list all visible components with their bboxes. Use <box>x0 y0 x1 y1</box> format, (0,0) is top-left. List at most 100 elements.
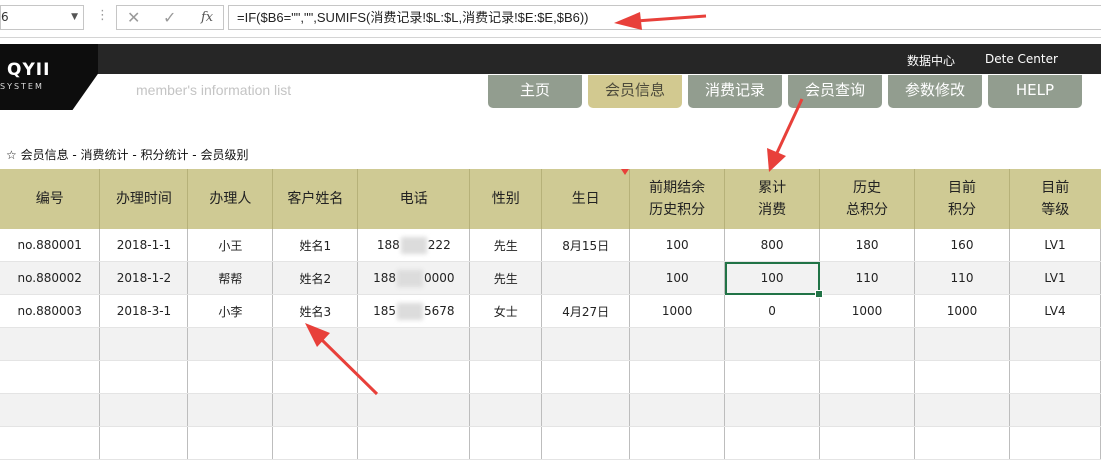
cell-date[interactable]: 2018-1-2 <box>99 261 189 295</box>
cell-total-consume[interactable]: 0 <box>724 294 821 328</box>
empty-cell[interactable] <box>629 360 726 394</box>
col-header-gender: 性别 <box>469 169 543 229</box>
nav-consume-record-button[interactable]: 消费记录 <box>688 75 782 108</box>
empty-cell[interactable] <box>1009 426 1101 460</box>
empty-cell[interactable] <box>724 327 821 361</box>
cell-current-points[interactable]: 160 <box>914 229 1010 262</box>
cell-phone[interactable]: 188 0000 <box>357 261 471 295</box>
empty-cell[interactable] <box>272 327 359 361</box>
cell-name[interactable]: 姓名1 <box>272 229 359 262</box>
cell-gender[interactable]: 先生 <box>469 261 543 295</box>
empty-cell[interactable] <box>914 393 1010 427</box>
cell-name[interactable]: 姓名3 <box>272 294 359 328</box>
empty-cell[interactable] <box>819 327 916 361</box>
cell-history-points[interactable]: 110 <box>819 261 916 295</box>
empty-cell[interactable] <box>99 426 189 460</box>
cell-birthday[interactable] <box>541 261 631 295</box>
name-box[interactable]: 6 ▼ <box>0 5 84 30</box>
formula-buttons: ✕ ✓ fx <box>116 5 224 30</box>
empty-cell[interactable] <box>629 426 726 460</box>
cell-history-points[interactable]: 1000 <box>819 294 916 328</box>
cell-id[interactable]: no.880001 <box>0 229 101 262</box>
nav-member-info-button[interactable]: 会员信息 <box>588 75 682 108</box>
empty-cell[interactable] <box>99 327 189 361</box>
cell-total-consume-selected[interactable]: 100 <box>724 261 823 298</box>
cancel-icon[interactable]: ✕ <box>127 8 140 27</box>
cell-birthday[interactable]: 8月15日 <box>541 229 631 262</box>
cell-birthday[interactable]: 4月27日 <box>541 294 631 328</box>
empty-cell[interactable] <box>469 426 543 460</box>
chevron-down-icon[interactable]: ▼ <box>71 6 78 29</box>
cell-handler[interactable]: 小李 <box>187 294 274 328</box>
cell-level[interactable]: LV4 <box>1009 294 1101 328</box>
cell-prev-points[interactable]: 1000 <box>629 294 726 328</box>
empty-cell[interactable] <box>187 426 274 460</box>
cell-date[interactable]: 2018-1-1 <box>99 229 189 262</box>
empty-cell[interactable] <box>0 426 101 460</box>
empty-cell[interactable] <box>914 360 1010 394</box>
cell-handler[interactable]: 小王 <box>187 229 274 262</box>
empty-cell[interactable] <box>541 393 631 427</box>
empty-cell[interactable] <box>541 327 631 361</box>
empty-cell[interactable] <box>357 360 471 394</box>
nav-home-button[interactable]: 主页 <box>488 75 582 108</box>
nav-param-edit-button[interactable]: 参数修改 <box>888 75 982 108</box>
cell-gender[interactable]: 先生 <box>469 229 543 262</box>
nav-member-query-button[interactable]: 会员查询 <box>788 75 882 108</box>
cell-history-points[interactable]: 180 <box>819 229 916 262</box>
confirm-icon[interactable]: ✓ <box>163 8 176 27</box>
empty-cell[interactable] <box>357 393 471 427</box>
cell-date[interactable]: 2018-3-1 <box>99 294 189 328</box>
insert-function-icon[interactable]: fx <box>201 10 213 25</box>
cell-gender[interactable]: 女士 <box>469 294 543 328</box>
empty-cell[interactable] <box>819 426 916 460</box>
cell-prev-points[interactable]: 100 <box>629 261 726 295</box>
empty-cell[interactable] <box>0 360 101 394</box>
cell-id[interactable]: no.880003 <box>0 294 101 328</box>
empty-cell[interactable] <box>914 426 1010 460</box>
empty-cell[interactable] <box>99 360 189 394</box>
empty-cell[interactable] <box>629 327 726 361</box>
cell-phone[interactable]: 188 222 <box>357 229 471 262</box>
empty-cell[interactable] <box>1009 360 1101 394</box>
cell-handler[interactable]: 帮帮 <box>187 261 274 295</box>
empty-cell[interactable] <box>357 426 471 460</box>
empty-cell[interactable] <box>0 393 101 427</box>
empty-cell[interactable] <box>99 393 189 427</box>
empty-cell[interactable] <box>469 360 543 394</box>
empty-cell[interactable] <box>541 426 631 460</box>
empty-cell[interactable] <box>187 393 274 427</box>
empty-cell[interactable] <box>724 393 821 427</box>
cell-current-points[interactable]: 1000 <box>914 294 1010 328</box>
empty-cell[interactable] <box>187 360 274 394</box>
cell-id[interactable]: no.880002 <box>0 261 101 295</box>
formula-input[interactable]: =IF($B6="","",SUMIFS(消费记录!$L:$L,消费记录!$E:… <box>228 5 1101 30</box>
nav-help-button[interactable]: HELP <box>988 75 1082 108</box>
empty-cell[interactable] <box>629 393 726 427</box>
dete-center-link[interactable]: Dete Center <box>985 52 1058 66</box>
empty-cell[interactable] <box>819 360 916 394</box>
empty-cell[interactable] <box>724 360 821 394</box>
empty-cell[interactable] <box>469 393 543 427</box>
empty-cell[interactable] <box>819 393 916 427</box>
cell-prev-points[interactable]: 100 <box>629 229 726 262</box>
empty-cell[interactable] <box>272 393 359 427</box>
empty-cell[interactable] <box>1009 393 1101 427</box>
empty-cell[interactable] <box>914 327 1010 361</box>
cell-phone[interactable]: 185 5678 <box>357 294 471 328</box>
empty-cell[interactable] <box>272 426 359 460</box>
cell-total-consume[interactable]: 800 <box>724 229 821 262</box>
data-center-link[interactable]: 数据中心 <box>907 52 955 69</box>
empty-cell[interactable] <box>357 327 471 361</box>
cell-level[interactable]: LV1 <box>1009 261 1101 295</box>
empty-cell[interactable] <box>272 360 359 394</box>
cell-name[interactable]: 姓名2 <box>272 261 359 295</box>
empty-cell[interactable] <box>541 360 631 394</box>
empty-cell[interactable] <box>469 327 543 361</box>
empty-cell[interactable] <box>0 327 101 361</box>
empty-cell[interactable] <box>187 327 274 361</box>
cell-current-points[interactable]: 110 <box>914 261 1010 295</box>
empty-cell[interactable] <box>1009 327 1101 361</box>
empty-cell[interactable] <box>724 426 821 460</box>
cell-level[interactable]: LV1 <box>1009 229 1101 262</box>
